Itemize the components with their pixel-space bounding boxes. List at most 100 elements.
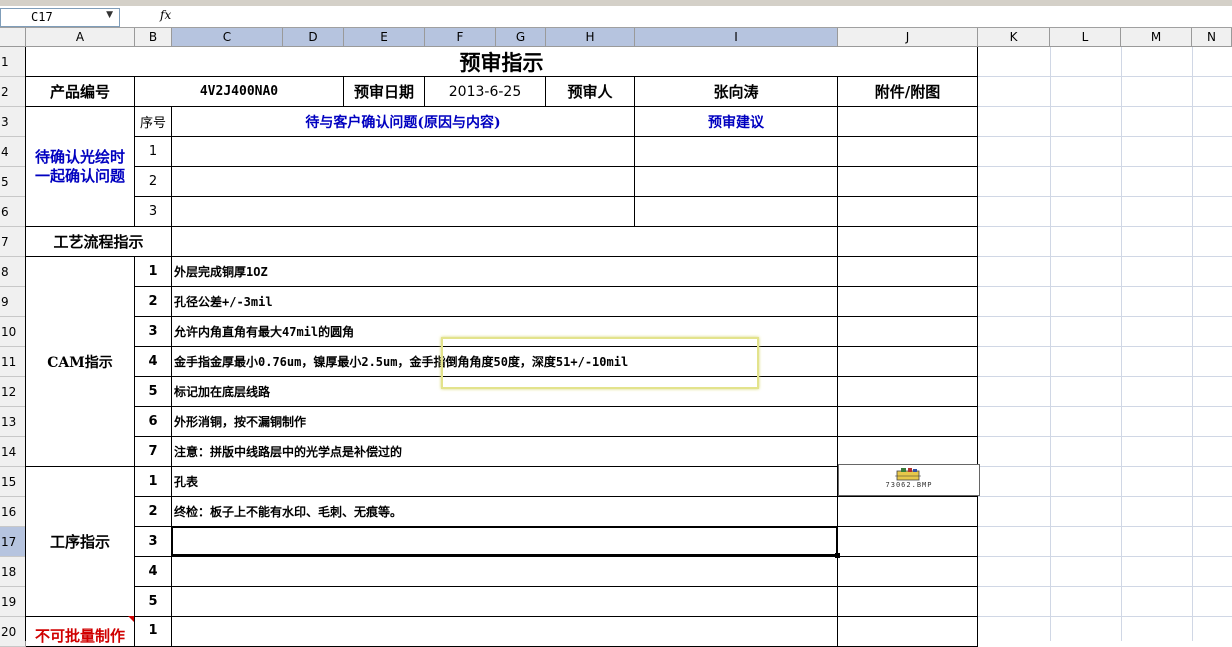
column-header-l[interactable]: L [1050, 28, 1121, 47]
column-header-g[interactable]: G [496, 28, 546, 47]
row-header-14[interactable]: 14 [0, 437, 26, 467]
comment-indicator-icon[interactable] [128, 616, 134, 622]
column-header-c[interactable]: C [172, 28, 283, 47]
column-header-e[interactable]: E [344, 28, 425, 47]
cam-num[interactable]: 3 [135, 317, 172, 347]
row-header-18[interactable]: 18 [0, 557, 26, 587]
row-header-10[interactable]: 10 [0, 317, 26, 347]
suggest-cell[interactable] [635, 197, 838, 227]
process-flow-cell[interactable] [172, 227, 838, 257]
row-header-6[interactable]: 6 [0, 197, 26, 227]
proc-num[interactable]: 3 [135, 527, 172, 557]
attachment-object[interactable]: 73062.BMP [838, 464, 980, 496]
confirm-num[interactable]: 3 [135, 197, 172, 227]
cam-item[interactable]: 外层完成铜厚1OZ [172, 257, 838, 287]
column-header-h[interactable]: H [546, 28, 635, 47]
column-header-d[interactable]: D [283, 28, 344, 47]
proc-label[interactable]: 工序指示 [26, 467, 135, 617]
reviewer-label[interactable]: 预审人 [546, 77, 635, 107]
suggest-cell[interactable] [635, 137, 838, 167]
row-header-4[interactable]: 4 [0, 137, 26, 167]
attachment-cell[interactable] [838, 257, 978, 287]
seq-label[interactable]: 序号 [135, 107, 172, 137]
cam-item[interactable]: 注意：拼版中线路层中的光学点是补偿过的 [172, 437, 838, 467]
review-date-label[interactable]: 预审日期 [344, 77, 425, 107]
column-header-b[interactable]: B [135, 28, 172, 47]
sheet-title[interactable]: 预审指示 [26, 47, 978, 77]
row-header-15[interactable]: 15 [0, 467, 26, 497]
fill-handle[interactable] [835, 553, 840, 558]
attachment-cell[interactable] [838, 407, 978, 437]
cam-item[interactable]: 孔径公差+/-3mil [172, 287, 838, 317]
cam-num[interactable]: 2 [135, 287, 172, 317]
column-header-m[interactable]: M [1121, 28, 1192, 47]
proc-num[interactable]: 1 [135, 467, 172, 497]
row-header-13[interactable]: 13 [0, 407, 26, 437]
confirm-num[interactable]: 1 [135, 137, 172, 167]
cam-num[interactable]: 7 [135, 437, 172, 467]
select-all-corner[interactable] [0, 28, 26, 47]
cam-item[interactable]: 外形消铜，按不漏铜制作 [172, 407, 838, 437]
column-header-a[interactable]: A [26, 28, 135, 47]
row-header-16[interactable]: 16 [0, 497, 26, 527]
cam-label[interactable]: CAM指示 [26, 257, 135, 467]
column-header-k[interactable]: K [978, 28, 1050, 47]
proc-num[interactable]: 5 [135, 587, 172, 617]
attachment-cell[interactable] [838, 107, 978, 137]
proc-item[interactable] [172, 587, 838, 617]
attachment-cell[interactable] [838, 617, 978, 647]
attachment-cell[interactable] [838, 497, 978, 527]
attachment-cell[interactable] [838, 287, 978, 317]
review-date-value[interactable]: 2013-6-25 [425, 77, 546, 107]
cam-num[interactable]: 6 [135, 407, 172, 437]
row-header-8[interactable]: 8 [0, 257, 26, 287]
row-header-12[interactable]: 12 [0, 377, 26, 407]
confirm-num[interactable]: 2 [135, 167, 172, 197]
column-header-n[interactable]: N [1192, 28, 1232, 47]
confirm-cell[interactable] [172, 137, 635, 167]
proc-item[interactable] [172, 557, 838, 587]
product-value[interactable]: 4V2J400NA0 [135, 77, 344, 107]
proc-item[interactable]: 孔表 [172, 467, 838, 497]
attachment-cell[interactable] [838, 197, 978, 227]
attachment-cell[interactable] [838, 587, 978, 617]
function-icon[interactable]: fx [160, 8, 171, 22]
attachment-cell[interactable] [838, 377, 978, 407]
attachment-cell[interactable] [838, 227, 978, 257]
attachment-cell[interactable] [838, 167, 978, 197]
suggest-header[interactable]: 预审建议 [635, 107, 838, 137]
active-cell-selection[interactable] [171, 526, 838, 556]
formula-input[interactable] [178, 8, 1232, 25]
attachment-label[interactable]: 附件/附图 [838, 77, 978, 107]
column-header-f[interactable]: F [425, 28, 496, 47]
attachment-cell[interactable] [838, 527, 978, 557]
chevron-down-icon[interactable]: ▼ [106, 10, 113, 20]
reviewer-value[interactable]: 张向涛 [635, 77, 838, 107]
column-header-i[interactable]: I [635, 28, 838, 47]
confirm-header[interactable]: 待与客户确认问题(原因与内容) [172, 107, 635, 137]
attachment-cell[interactable] [838, 347, 978, 377]
cam-num[interactable]: 5 [135, 377, 172, 407]
no-batch-cell[interactable] [172, 617, 838, 647]
row-header-2[interactable]: 2 [0, 77, 26, 107]
attachment-cell[interactable] [838, 317, 978, 347]
confirm-section-label[interactable]: 待确认光绘时一起确认问题 [26, 107, 135, 227]
row-header-19[interactable]: 19 [0, 587, 26, 617]
cam-num[interactable]: 1 [135, 257, 172, 287]
row-header-1[interactable]: 1 [0, 47, 26, 77]
attachment-cell[interactable] [838, 137, 978, 167]
row-header-9[interactable]: 9 [0, 287, 26, 317]
no-batch-num[interactable]: 1 [135, 617, 172, 647]
product-label[interactable]: 产品编号 [26, 77, 135, 107]
row-header-11[interactable]: 11 [0, 347, 26, 377]
no-batch-label[interactable]: 不可批量制作 [26, 617, 135, 647]
proc-item[interactable]: 终检：板子上不能有水印、毛刺、无痕等。 [172, 497, 838, 527]
confirm-cell[interactable] [172, 197, 635, 227]
process-flow-label[interactable]: 工艺流程指示 [26, 227, 172, 257]
attachment-cell[interactable] [838, 557, 978, 587]
row-header-17[interactable]: 17 [0, 527, 26, 557]
cam-num[interactable]: 4 [135, 347, 172, 377]
proc-num[interactable]: 4 [135, 557, 172, 587]
column-header-j[interactable]: J [838, 28, 978, 47]
suggest-cell[interactable] [635, 167, 838, 197]
